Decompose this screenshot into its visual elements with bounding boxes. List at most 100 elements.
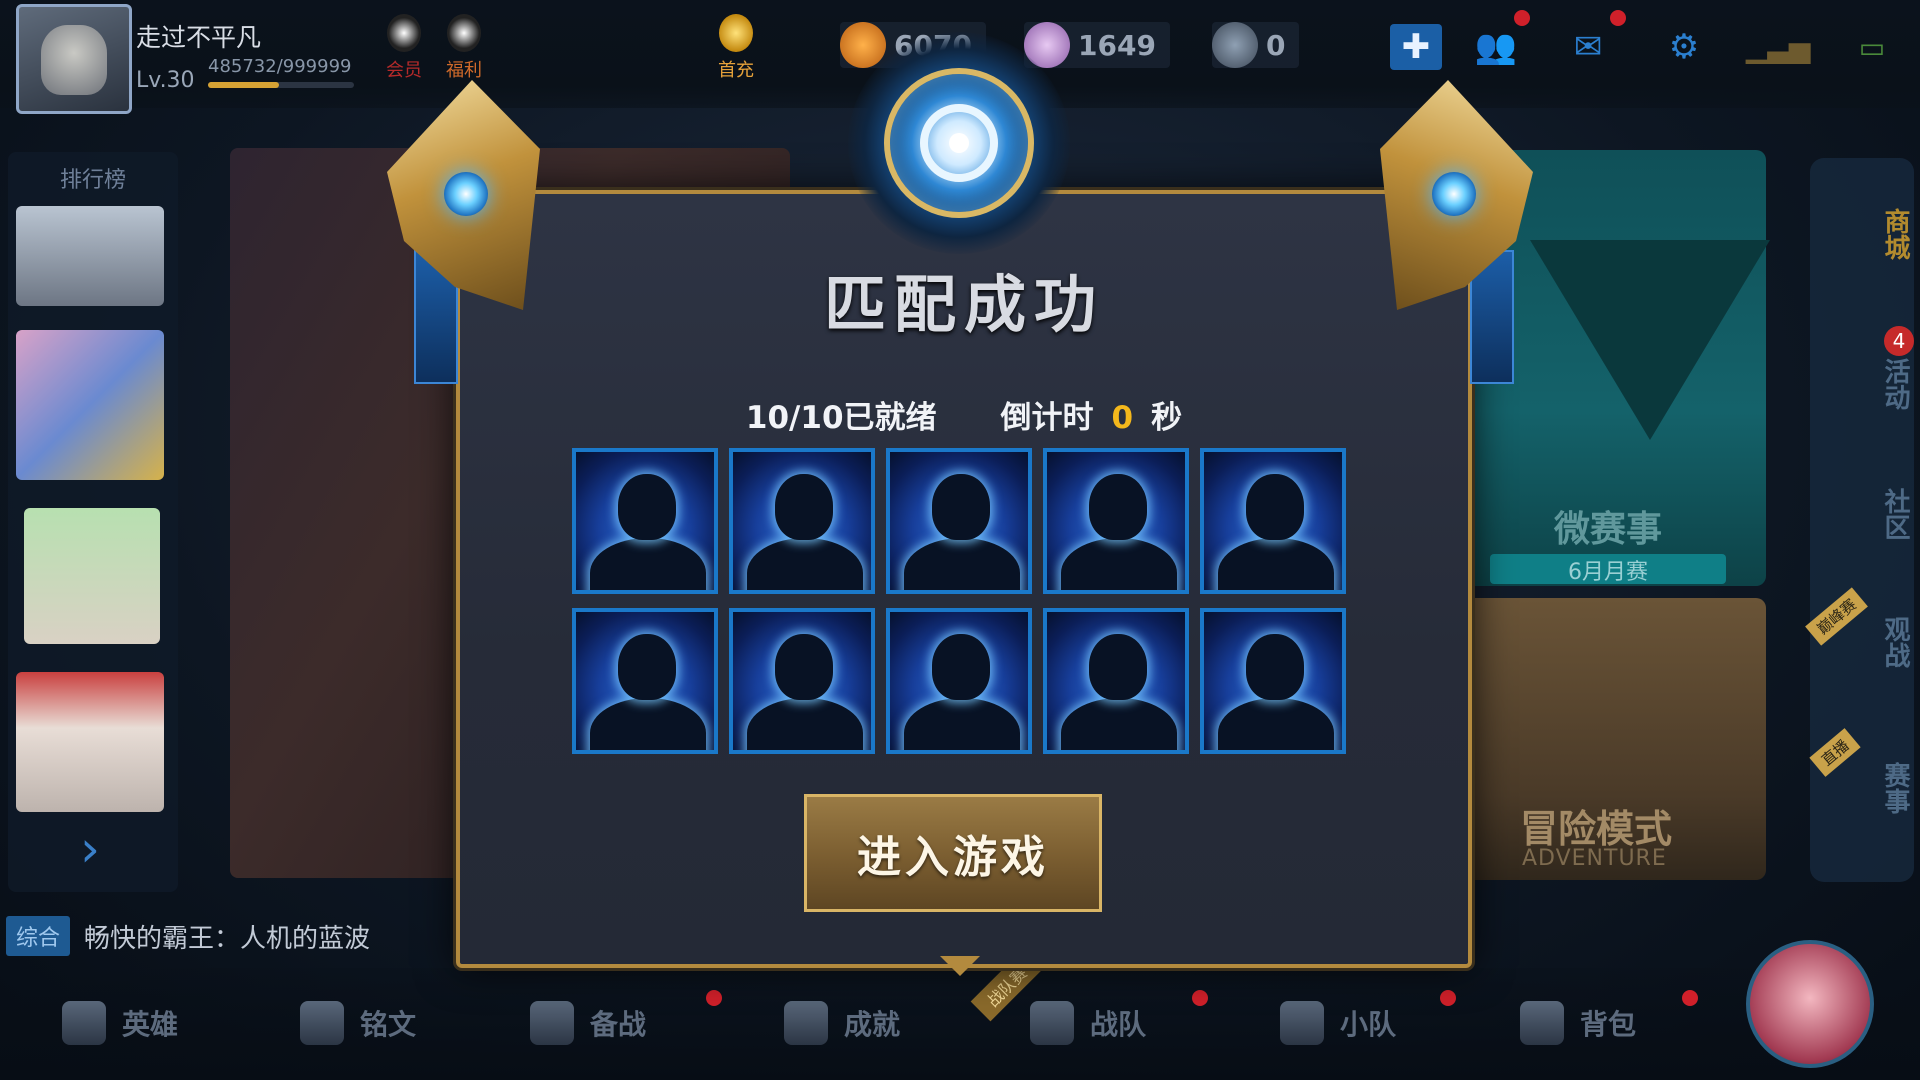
adventure-title: 冒险模式: [1520, 807, 1673, 851]
player-silhouette-shoulders: [590, 698, 706, 750]
diamond-currency[interactable]: 1649: [1024, 22, 1170, 68]
player-silhouette-shoulders: [747, 698, 863, 750]
nav-prepare[interactable]: 备战: [530, 990, 722, 1048]
player-silhouette-icon: [932, 474, 990, 540]
adventure-subtitle: ADVENTURE: [1522, 846, 1667, 871]
player-silhouette-icon: [775, 474, 833, 540]
ranking-card-3[interactable]: [24, 508, 160, 644]
member-label: 会员: [386, 60, 422, 81]
welfare-label: 福利: [446, 60, 482, 81]
chat-message: 畅快的霸王：人机的蓝波: [84, 923, 371, 954]
left-gold-wing: [370, 80, 540, 310]
friends-icon[interactable]: 👥: [1470, 24, 1522, 70]
player-slot: [886, 608, 1032, 754]
penguin-gift-icon: [447, 14, 481, 52]
voucher-currency[interactable]: 0: [1212, 22, 1300, 68]
ranking-card-4[interactable]: [16, 672, 164, 812]
player-avatar[interactable]: [16, 4, 132, 114]
player-slot: [1200, 608, 1346, 754]
gold-coin-icon: [840, 22, 886, 68]
assistant-avatar[interactable]: [1746, 940, 1874, 1068]
dragon-icon: [1030, 1001, 1074, 1045]
nav-hero[interactable]: 英雄: [62, 998, 178, 1048]
player-slot: [729, 448, 875, 594]
event-emblem-icon: [1530, 240, 1770, 440]
username: 走过不平凡: [136, 23, 262, 52]
settings-icon[interactable]: ⚙: [1658, 24, 1710, 70]
hero-helmet-icon: [62, 1001, 106, 1045]
member-shortcut[interactable]: 会员: [374, 14, 434, 82]
dialog-title: 匹配成功: [823, 268, 1104, 341]
nav-team[interactable]: 战队: [1030, 990, 1208, 1048]
event-subtitle: 6月月赛: [1490, 554, 1726, 585]
nav-squad-dot: [1440, 990, 1456, 1006]
welfare-shortcut[interactable]: 福利: [434, 14, 494, 82]
nav-prepare-label: 备战: [590, 1008, 647, 1041]
nav-rune-label: 铭文: [360, 1008, 417, 1041]
player-silhouette-shoulders: [747, 538, 863, 590]
ranking-title: 排行榜: [59, 168, 126, 193]
nav-backpack[interactable]: 背包: [1520, 990, 1698, 1048]
nav-backpack-label: 背包: [1580, 1008, 1637, 1041]
ranking-card-2[interactable]: [16, 330, 164, 480]
menu-mall[interactable]: 商城: [1810, 208, 1914, 260]
player-slot: [572, 608, 718, 754]
backpack-icon: [1520, 1001, 1564, 1045]
nav-prepare-dot: [706, 990, 722, 1006]
player-silhouette-icon: [618, 634, 676, 700]
player-silhouette-icon: [1246, 474, 1304, 540]
signal-icon: ▁▃▅: [1745, 30, 1811, 64]
voucher-icon: [1212, 22, 1258, 68]
right-blue-orb-icon: [1432, 172, 1476, 216]
player-slot: [1043, 448, 1189, 594]
squad-icon: [1280, 1001, 1324, 1045]
nav-rune[interactable]: 铭文: [300, 998, 416, 1048]
ranking-card-1[interactable]: [16, 206, 164, 306]
match-emblem-icon: [848, 32, 1070, 254]
exp-text: 485732/999999: [208, 56, 352, 77]
first-charge-shortcut[interactable]: 首充: [706, 14, 766, 82]
money-bag-icon: [719, 14, 753, 52]
diamond-value: 1649: [1078, 28, 1156, 62]
player-slot: [886, 448, 1032, 594]
player-silhouette-shoulders: [1218, 698, 1334, 750]
event-title: 微赛事: [1553, 509, 1662, 550]
match-success-dialog: 匹配成功 10/10已就绪 倒计时 0 秒 进入游戏: [456, 190, 1472, 968]
rune-icon: [300, 1001, 344, 1045]
sword-icon: [530, 1001, 574, 1045]
emblem-center-dot: [949, 133, 969, 153]
mail-icon[interactable]: ✉: [1562, 24, 1614, 70]
player-silhouette-shoulders: [904, 698, 1020, 750]
adventure-mode-card[interactable]: 冒险模式 ADVENTURE: [1440, 598, 1766, 880]
chat-channel-tag[interactable]: 综合: [6, 916, 71, 956]
nav-squad-label: 小队: [1340, 1008, 1397, 1041]
menu-activity[interactable]: 活动: [1810, 358, 1914, 410]
menu-community[interactable]: 社区: [1810, 488, 1914, 540]
avatar-face: [41, 25, 107, 95]
chat-bar[interactable]: 综合 畅快的霸王：人机的蓝波: [0, 908, 440, 964]
mail-red-dot: [1610, 10, 1626, 26]
nav-backpack-dot: [1682, 990, 1698, 1006]
nav-achievement-label: 成就: [844, 1008, 901, 1041]
expand-chevron-icon[interactable]: ›: [80, 820, 100, 878]
nav-hero-label: 英雄: [122, 1008, 179, 1041]
player-silhouette-icon: [1089, 634, 1147, 700]
ready-status: 10/10已就绪 倒计时 0 秒: [460, 392, 1468, 437]
player-slot: [729, 608, 875, 754]
bottom-nav: 英雄 铭文 备战 成就 战队 小队 背包: [0, 968, 1920, 1080]
nav-team-dot: [1192, 990, 1208, 1006]
countdown-value: 0: [1111, 400, 1134, 436]
add-icon[interactable]: ✚: [1390, 24, 1442, 70]
nav-achievement[interactable]: 成就: [784, 998, 900, 1048]
nav-team-label: 战队: [1090, 1008, 1147, 1041]
enter-game-button[interactable]: 进入游戏: [804, 794, 1102, 912]
penguin-member-icon: [387, 14, 421, 52]
player-silhouette-icon: [932, 634, 990, 700]
countdown-unit: 秒: [1151, 400, 1183, 436]
nav-squad[interactable]: 小队: [1280, 990, 1456, 1048]
player-silhouette-icon: [775, 634, 833, 700]
left-blue-orb-icon: [444, 172, 488, 216]
player-level: Lv.30: [136, 68, 195, 93]
player-slot: [1200, 448, 1346, 594]
player-silhouette-shoulders: [1218, 538, 1334, 590]
